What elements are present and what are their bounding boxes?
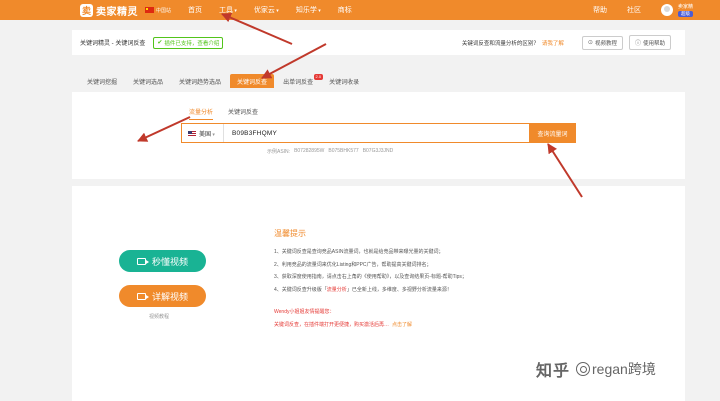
logo-text: 卖家精灵 bbox=[96, 6, 138, 18]
tab-keyword-reverse-lookup[interactable]: 关键词反查 bbox=[230, 74, 275, 88]
top-navigation-bar: 卖 卖家精灵 中国站 首页 工具 优家云 知乐学 商标 帮助 社区 卖家精 超级 bbox=[0, 0, 720, 20]
marketplace-select[interactable]: 美国 bbox=[182, 124, 224, 142]
brand-logo[interactable]: 卖 卖家精灵 bbox=[80, 3, 138, 18]
example-asin-link[interactable]: B075BHK577 bbox=[328, 148, 358, 155]
tip-item: 2、利用竞品的流量词来优化Listing和PPC广告，帮助提高关键词排名； bbox=[274, 261, 432, 268]
breadcrumb: 关键词精灵 - 关键词反查 bbox=[80, 41, 146, 47]
example-asins: 示例ASIN: B07282895W B075BHK577 B07G3J3JND bbox=[267, 148, 397, 155]
subtab-keyword-reverse[interactable]: 关键词反查 bbox=[228, 107, 258, 120]
tip-item: 4、关键词反查升级版「流量分析」已全新上线，多维度、多视野分析流量来源！ bbox=[274, 287, 574, 294]
china-flag-icon bbox=[145, 7, 154, 13]
learn-more-link[interactable]: 请我了解 bbox=[542, 39, 564, 47]
plugin-support-badge[interactable]: ✔ 插件已支持，查看介绍 bbox=[153, 36, 224, 49]
help-link[interactable]: 帮助 bbox=[593, 5, 607, 15]
search-panel: 流量分析 关键词反查 美国 B09B3FHQMY 查询流量词 示例ASIN: B… bbox=[72, 92, 685, 179]
logo-mark: 卖 bbox=[80, 3, 93, 17]
tab-keyword-mining[interactable]: 关键词挖掘 bbox=[80, 74, 124, 88]
tab-keyword-indexing[interactable]: 关键词收录 bbox=[322, 74, 366, 88]
author-name: regan跨境 bbox=[592, 361, 656, 377]
quick-video-label: 秒懂视频 bbox=[151, 256, 188, 267]
tab-keyword-trend-selection[interactable]: 关键词趋势选品 bbox=[172, 74, 228, 88]
asin-search-input[interactable]: B09B3FHQMY bbox=[224, 130, 529, 137]
example-asin-link[interactable]: B07G3J3JND bbox=[363, 148, 394, 155]
us-flag-icon bbox=[188, 130, 196, 136]
tip-text: 」已全新上线，多维度、多视野分析流量来源！ bbox=[346, 286, 452, 293]
tips-section: 温馨提示 1、关键词反查是查询竞品ASIN流量词，也就是给竞品带来曝光量的关键词… bbox=[274, 228, 574, 328]
difference-question: 关键词反查和流量分析的区别？ bbox=[461, 40, 539, 47]
tab-label: 出单词反查 bbox=[283, 80, 314, 86]
usage-help-button[interactable]: ⓘ 使用帮助 bbox=[628, 35, 671, 50]
question-circle-icon: ⓘ bbox=[634, 41, 641, 47]
vip-badge: 超级 bbox=[677, 10, 693, 17]
community-link[interactable]: 社区 bbox=[627, 5, 641, 15]
quick-video-button[interactable]: 秒懂视频 bbox=[119, 250, 206, 272]
tab-keyword-selection[interactable]: 关键词选品 bbox=[126, 74, 170, 88]
usage-help-label: 使用帮助 bbox=[642, 40, 665, 47]
query-traffic-keywords-button[interactable]: 查询流量词 bbox=[529, 123, 576, 143]
tip-text: 4、关键词反查升级版「 bbox=[274, 286, 327, 293]
tab-order-keyword-lookup[interactable]: 出单词反查 2.0 bbox=[276, 74, 324, 88]
detailed-video-button[interactable]: 详解视频 bbox=[119, 285, 206, 307]
site-selector[interactable]: 中国站 bbox=[156, 7, 171, 14]
author-logo-icon bbox=[576, 362, 591, 376]
video-tutorial-button[interactable]: ⊙ 视频教程 bbox=[581, 35, 623, 50]
plugin-notice: 关键词反查，在插件端打开更便捷，购买激活后再… 点击了解 bbox=[274, 321, 574, 328]
subtab-traffic-analysis[interactable]: 流量分析 bbox=[189, 107, 214, 120]
nav-tools[interactable]: 工具 bbox=[219, 5, 237, 15]
tips-title: 温馨提示 bbox=[274, 229, 306, 238]
nav-home[interactable]: 首页 bbox=[188, 5, 202, 15]
tip-item: 1、关键词反查是查询竞品ASIN流量词，也就是给竞品带来曝光量的关键词； bbox=[274, 249, 444, 255]
example-label: 示例ASIN: bbox=[267, 149, 291, 155]
detailed-video-label: 详解视频 bbox=[151, 291, 188, 302]
nav-youjiayun[interactable]: 优家云 bbox=[254, 5, 279, 15]
platform-name: 知乎 bbox=[536, 363, 571, 380]
notice-text: 关键词反查，在插件端打开更便捷，购买激活后再… bbox=[274, 321, 390, 328]
notice-link[interactable]: 点击了解 bbox=[392, 322, 412, 328]
tool-tabs: 关键词挖掘 关键词选品 关键词趋势选品 关键词反查 出单词反查 2.0 关键词收… bbox=[80, 74, 368, 88]
greeting-text: Wendy小姐姐友情提醒您： bbox=[274, 308, 335, 315]
page-header: 关键词精灵 - 关键词反查 ✔ 插件已支持，查看介绍 关键词反查和流量分析的区别… bbox=[72, 30, 685, 55]
user-name[interactable]: 卖家精 bbox=[678, 4, 693, 11]
video-camera-icon bbox=[136, 292, 149, 300]
play-circle-icon: ⊙ bbox=[587, 40, 593, 46]
nav-trademark[interactable]: 商标 bbox=[338, 5, 352, 15]
video-tutorial-label: 视频教程 bbox=[594, 40, 617, 47]
video-camera-icon bbox=[136, 257, 149, 265]
marketplace-label: 美国 bbox=[199, 129, 215, 138]
video-tutorial-caption: 视频教程 bbox=[149, 314, 170, 320]
plugin-badge-label: 插件已支持，查看介绍 bbox=[164, 40, 220, 47]
zhihu-watermark: 知乎 regan跨境 bbox=[536, 357, 656, 381]
user-avatar[interactable] bbox=[660, 4, 673, 16]
search-bar: 美国 B09B3FHQMY 查询流量词 bbox=[181, 123, 576, 143]
nav-zhilexue[interactable]: 知乐学 bbox=[296, 5, 321, 15]
tip-item: 3、获取深度使用指南，请点击右上角的《使用帮助》，以及查询结果页-标题-帮助Ti… bbox=[274, 274, 467, 280]
example-asin-link[interactable]: B07282895W bbox=[294, 148, 324, 155]
tip-highlight: 流量分析 bbox=[326, 286, 347, 293]
check-circle-icon: ✔ bbox=[157, 40, 163, 46]
